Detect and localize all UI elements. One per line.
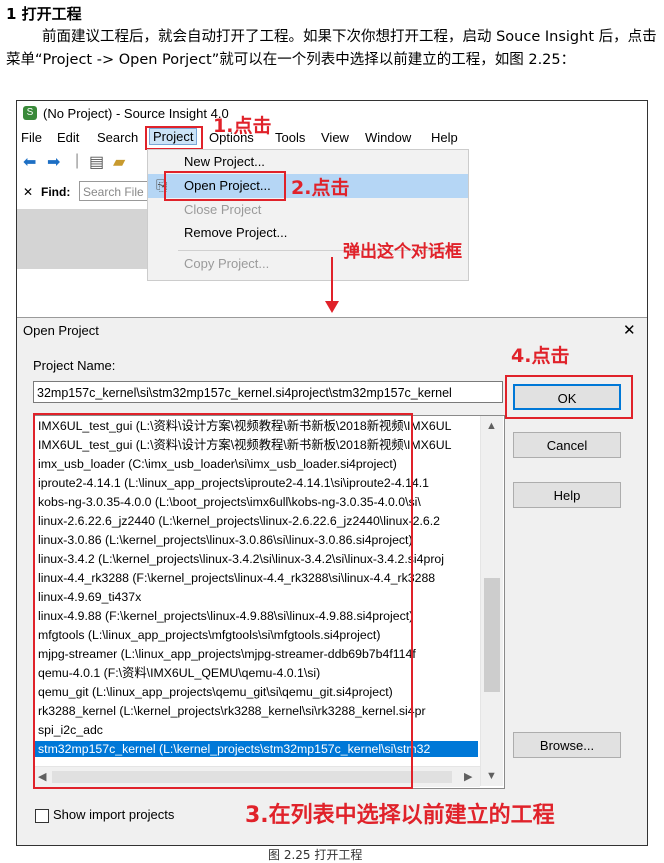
menu-file[interactable]: File bbox=[21, 130, 42, 145]
window-title: (No Project) - Source Insight 4.0 bbox=[43, 106, 229, 121]
menu-item-remove-project[interactable]: Remove Project... bbox=[184, 225, 287, 240]
project-name-label: Project Name: bbox=[33, 358, 116, 373]
menu-bar: File Edit Search Project Options Tools V… bbox=[17, 127, 647, 149]
browse-button[interactable]: Browse... bbox=[513, 732, 621, 758]
section-heading: 1 打开工程 bbox=[6, 5, 82, 23]
scroll-right-icon[interactable]: ▶ bbox=[464, 770, 472, 783]
dialog-close-icon[interactable]: ✕ bbox=[623, 321, 636, 339]
menu-view[interactable]: View bbox=[321, 130, 349, 145]
screenshot-figure: S (No Project) - Source Insight 4.0 File… bbox=[16, 100, 648, 846]
annotation-box-project bbox=[145, 126, 203, 150]
close-icon[interactable]: ✕ bbox=[23, 185, 33, 199]
cancel-button[interactable]: Cancel bbox=[513, 432, 621, 458]
vertical-scrollbar[interactable]: ▲ ▼ bbox=[480, 416, 503, 786]
menu-search[interactable]: Search bbox=[97, 130, 138, 145]
source-insight-icon: S bbox=[23, 106, 37, 120]
dialog-title: Open Project bbox=[23, 323, 99, 338]
annotation-arrow-head bbox=[325, 301, 339, 313]
annotation-step1: 1.点击 bbox=[213, 115, 272, 137]
show-import-label: Show import projects bbox=[53, 807, 175, 822]
annotation-box-open-project bbox=[164, 171, 286, 201]
menu-help[interactable]: Help bbox=[431, 130, 458, 145]
back-arrow-icon[interactable]: ⬅ bbox=[23, 152, 36, 172]
window-titlebar: S (No Project) - Source Insight 4.0 bbox=[17, 101, 647, 127]
scroll-down-icon[interactable]: ▼ bbox=[486, 770, 497, 782]
find-label: Find: bbox=[41, 185, 71, 199]
project-name-input[interactable]: 32mp157c_kernel\si\stm32mp157c_kernel.si… bbox=[33, 381, 503, 403]
annotation-box-ok bbox=[505, 375, 633, 419]
annotation-box-list bbox=[33, 413, 413, 789]
annotation-step2: 2.点击 bbox=[291, 177, 350, 199]
menu-edit[interactable]: Edit bbox=[57, 130, 79, 145]
show-import-checkbox[interactable] bbox=[35, 809, 49, 823]
open-folder-icon[interactable]: ▰ bbox=[113, 152, 125, 172]
separator-icon: | bbox=[75, 152, 80, 169]
menu-item-copy-project[interactable]: Copy Project... bbox=[184, 256, 269, 271]
annotation-arrow bbox=[331, 257, 333, 305]
annotation-step4: 4.点击 bbox=[511, 345, 570, 367]
scroll-up-icon[interactable]: ▲ bbox=[486, 420, 497, 432]
help-button[interactable]: Help bbox=[513, 482, 621, 508]
intro-paragraph: 前面建议工程后，就会自动打开了工程。如果下次你想打开工程，启动 Souce In… bbox=[6, 29, 657, 68]
annotation-step3: 3.在列表中选择以前建立的工程 bbox=[245, 803, 555, 828]
editor-area bbox=[17, 209, 167, 269]
document-icon[interactable]: ▤ bbox=[89, 152, 104, 172]
annotation-popup: 弹出这个对话框 bbox=[343, 242, 462, 262]
forward-arrow-icon[interactable]: ➡ bbox=[47, 152, 60, 172]
menu-item-new-project[interactable]: New Project... bbox=[184, 154, 265, 169]
menu-tools[interactable]: Tools bbox=[275, 130, 305, 145]
scrollbar-thumb[interactable] bbox=[484, 578, 500, 692]
menu-window[interactable]: Window bbox=[365, 130, 411, 145]
menu-item-close-project[interactable]: Close Project bbox=[184, 202, 261, 217]
